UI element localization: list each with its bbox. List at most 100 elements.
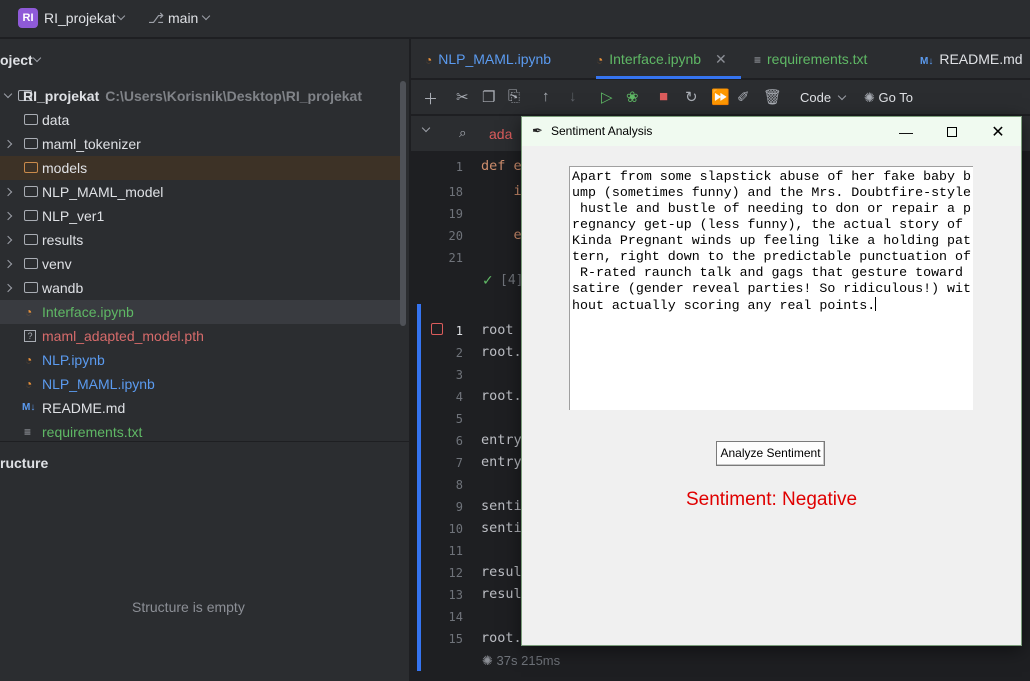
tree-item-label: data [42, 112, 70, 128]
line-number: 4 [455, 390, 463, 404]
line-number: 11 [448, 544, 463, 558]
debug-icon[interactable]: ❀ [626, 88, 639, 106]
project-panel: oject RI_projekat C:\Users\Korisnik\Deskt… [0, 39, 410, 681]
code-line[interactable]: resul [481, 586, 522, 602]
project-name[interactable]: RI_projekat [44, 10, 116, 26]
project-badge-icon[interactable]: RI [18, 8, 38, 28]
text-caret [875, 297, 877, 311]
close-icon[interactable]: ✕ [715, 51, 727, 67]
code-line[interactable]: root. [481, 388, 522, 404]
tree-item-nlp-ipynb[interactable]: ◔ NLP.ipynb [0, 348, 400, 372]
text-line: hustle and bustle of needing to don or r… [572, 201, 971, 216]
tree-item-maml-tokenizer[interactable]: maml_tokenizer [0, 132, 400, 156]
markdown-icon: M↓ [920, 56, 934, 67]
code-line[interactable]: i [481, 183, 522, 199]
tab-requirements[interactable]: ≡ requirements.txt [754, 39, 867, 79]
move-down-icon[interactable]: ↓ [569, 88, 577, 105]
tab-interface[interactable]: ◔ Interface.ipynb ✕ [596, 39, 741, 79]
paste-icon[interactable]: ⎘ [508, 88, 520, 105]
chevron-right-icon[interactable] [3, 283, 13, 293]
chevron-right-icon[interactable] [421, 123, 431, 133]
text-line: satire (gender reveal parties! So ridicu… [572, 281, 971, 296]
chevron-right-icon[interactable] [3, 139, 13, 149]
line-number: 20 [448, 229, 463, 243]
tree-item-wandb[interactable]: wandb [0, 276, 400, 300]
folder-icon [24, 210, 38, 221]
code-line[interactable]: entry [481, 454, 522, 470]
chevron-right-icon[interactable] [3, 259, 13, 269]
close-button[interactable]: ✕ [975, 117, 1021, 146]
tree-item-readme[interactable]: M↓ README.md [0, 396, 400, 420]
tree-item-label: maml_adapted_model.pth [42, 328, 204, 344]
chevron-right-icon[interactable] [3, 187, 13, 197]
code-line[interactable]: entry [481, 432, 522, 448]
chevron-down-icon[interactable] [3, 89, 13, 99]
tab-label: requirements.txt [767, 51, 868, 67]
run-cell-icon[interactable]: ▷ [601, 88, 613, 106]
text-line: hout actually scoring any real points. [572, 297, 877, 313]
folder-icon [24, 162, 38, 173]
chevron-down-icon[interactable] [116, 11, 126, 21]
maximize-button[interactable] [929, 117, 975, 146]
tree-item-nlp-maml-model[interactable]: NLP_MAML_model [0, 180, 400, 204]
chevron-right-icon[interactable] [3, 211, 13, 221]
chevron-down-icon[interactable] [32, 53, 42, 63]
cut-icon[interactable]: ✂ [456, 88, 469, 106]
branch-name[interactable]: main [168, 10, 198, 26]
feather-icon: ✒ [532, 123, 543, 138]
close-icon: ✕ [991, 123, 1005, 141]
review-text-input[interactable]: Apart from some slapstick abuse of her f… [569, 166, 973, 410]
line-number: 12 [448, 566, 463, 580]
tree-item-label: NLP.ipynb [42, 352, 105, 368]
tree-item-results[interactable]: results [0, 228, 400, 252]
clear-outputs-icon[interactable]: ✐ [737, 88, 750, 106]
copy-icon[interactable]: ❐ [482, 88, 495, 106]
tree-item-label: maml_tokenizer [42, 136, 141, 152]
window-titlebar[interactable]: ✒ Sentiment Analysis — ✕ [522, 117, 1021, 146]
code-line[interactable]: senti [481, 520, 522, 536]
line-number: 2 [455, 346, 463, 360]
code-line[interactable]: root [481, 322, 514, 338]
code-line[interactable]: senti [481, 498, 522, 514]
stop-icon[interactable]: ■ [659, 88, 668, 105]
tab-nlp-maml[interactable]: ◔ NLP_MAML.ipynb [425, 39, 551, 79]
line-number: 18 [448, 185, 463, 199]
search-input[interactable]: ada [489, 126, 512, 142]
run-all-icon[interactable]: ⏩ [711, 88, 730, 106]
tab-readme[interactable]: M↓ README.md [920, 39, 1023, 79]
tree-item-interface-ipynb[interactable]: ◔ Interface.ipynb [0, 300, 400, 324]
tree-item-nlp-maml-ipynb[interactable]: ◔ NLP_MAML.ipynb [0, 372, 400, 396]
project-scrollbar[interactable] [400, 81, 406, 326]
code-line[interactable]: def e [481, 158, 522, 174]
chevron-down-icon [837, 91, 846, 101]
analyze-sentiment-button[interactable]: Analyze Sentiment [716, 441, 825, 466]
tree-item-venv[interactable]: venv [0, 252, 400, 276]
minimize-button[interactable]: — [883, 117, 929, 146]
tree-item-label: README.md [42, 400, 126, 416]
code-line[interactable]: resul [481, 564, 522, 580]
line-number: 8 [455, 478, 463, 492]
tree-item-maml-adapted-model[interactable]: ? maml_adapted_model.pth [0, 324, 400, 348]
move-up-icon[interactable]: ↑ [542, 88, 550, 105]
code-line[interactable]: root. [481, 630, 522, 646]
notebook-icon: ◔ [596, 53, 604, 67]
git-branch-icon[interactable]: ⎇ [148, 10, 164, 27]
tree-root[interactable]: RI_projekat C:\Users\Korisnik\Desktop\RI_… [0, 84, 400, 108]
chevron-down-icon[interactable] [201, 11, 211, 21]
text-file-icon: ≡ [754, 53, 762, 67]
cell-type-select[interactable]: Code [800, 90, 846, 105]
tree-item-data[interactable]: data [0, 108, 400, 132]
code-line[interactable]: e [481, 227, 522, 243]
add-cell-icon[interactable]: ＋ [423, 88, 438, 109]
tree-item-nlp-ver1[interactable]: NLP_ver1 [0, 204, 400, 228]
project-panel-title[interactable]: oject [0, 52, 33, 68]
chevron-right-icon[interactable] [3, 235, 13, 245]
text-line: ump (sometimes funny) and the Mrs. Doubt… [572, 185, 971, 200]
goto-button[interactable]: ✺ Go To [864, 90, 913, 106]
panel-divider[interactable] [0, 441, 410, 442]
search-icon[interactable]: ⌕ [459, 125, 467, 141]
code-line[interactable]: root. [481, 344, 522, 360]
restart-icon[interactable]: ↻ [685, 88, 698, 106]
delete-icon[interactable]: 🗑 [763, 88, 782, 106]
tree-item-models[interactable]: models [0, 156, 400, 180]
